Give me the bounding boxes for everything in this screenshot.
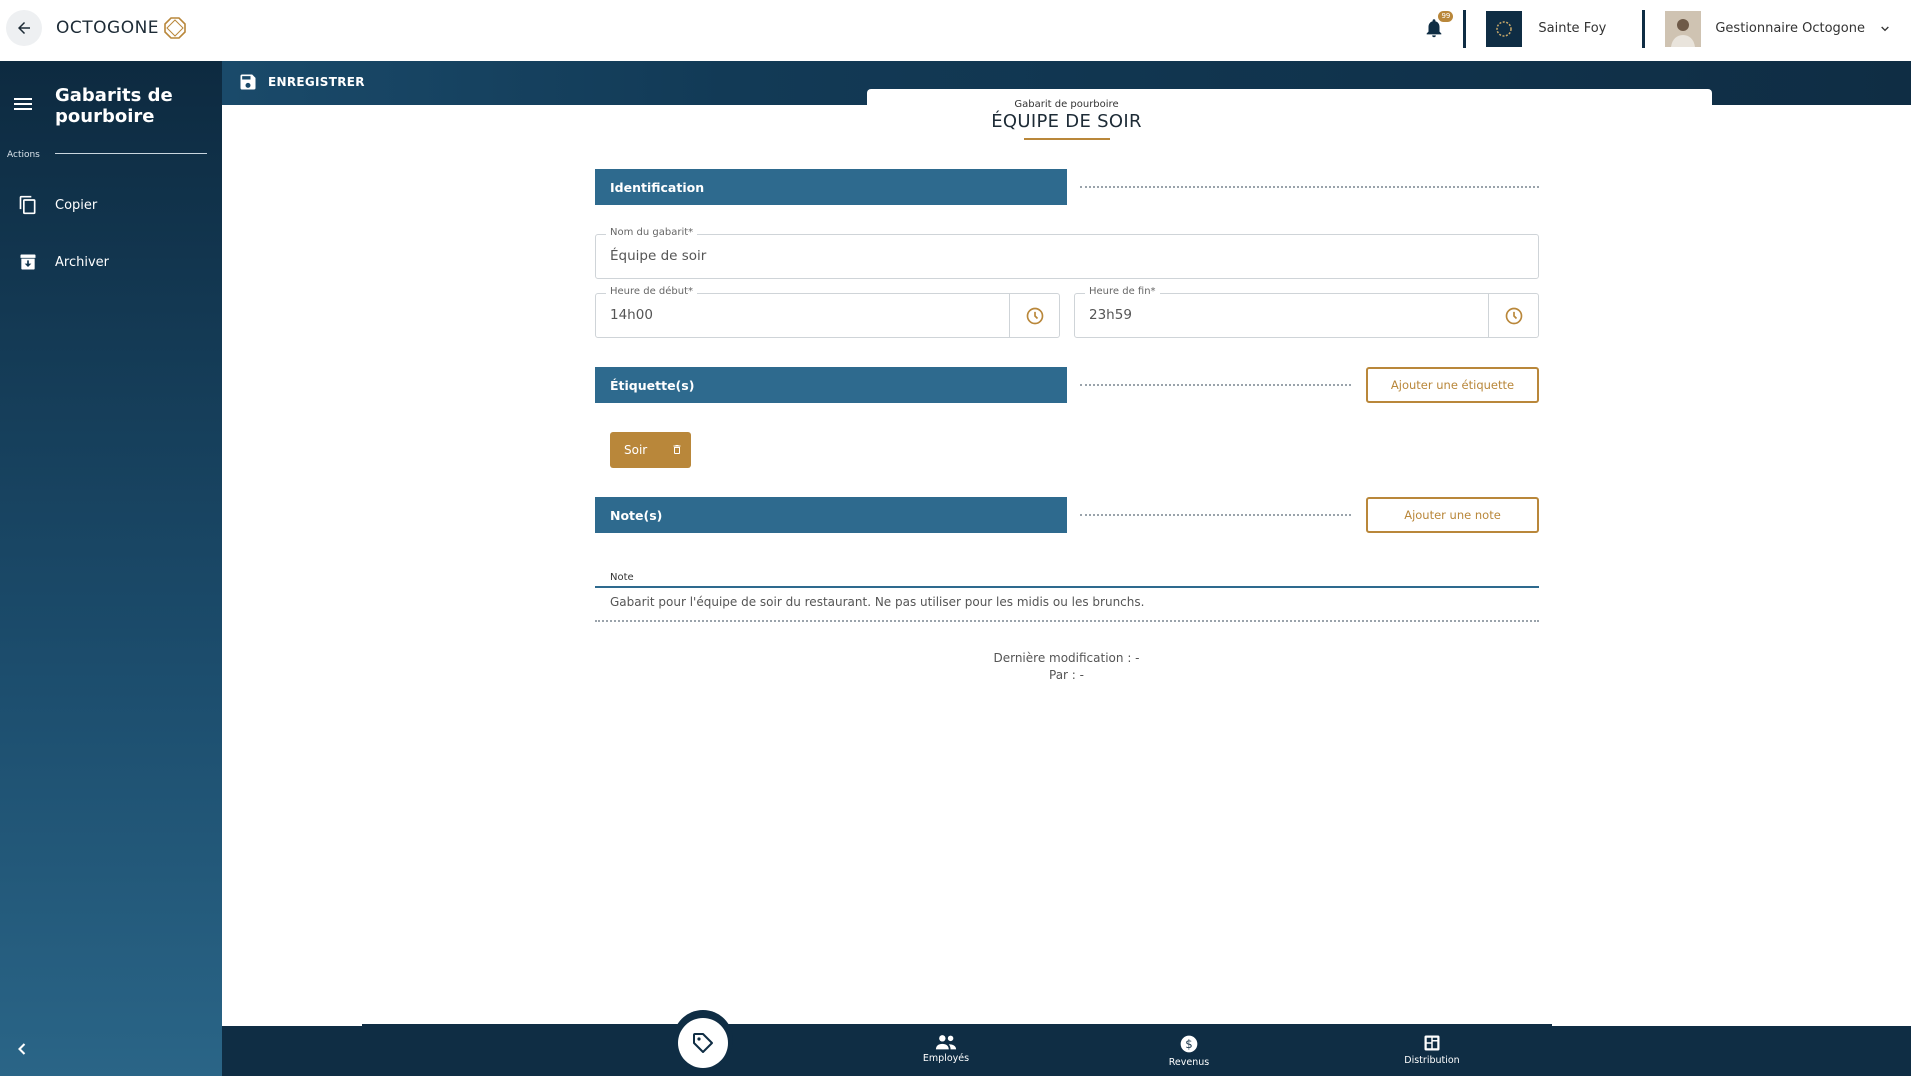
user-menu[interactable]: Gestionnaire Octogone	[1645, 10, 1911, 47]
dashboard-icon	[1424, 1035, 1440, 1051]
nav-employes[interactable]: Employés	[891, 1034, 1001, 1064]
octagon-logo-icon	[164, 17, 186, 39]
field-label: Nom du gabarit*	[606, 227, 698, 238]
tips-nav-button[interactable]	[678, 1018, 728, 1068]
save-button[interactable]: ENREGISTRER	[238, 72, 365, 92]
arrow-left-icon	[18, 22, 30, 34]
chevron-left-icon	[18, 1043, 26, 1055]
add-note-button[interactable]: Ajouter une note	[1366, 497, 1539, 533]
bottom-nav	[222, 1026, 1911, 1076]
sidebar: Gabarits de pourboire Actions Copier Arc…	[0, 61, 222, 1076]
sidebar-title: Gabarits de pourboire	[55, 85, 173, 127]
sidebar-item-archiver[interactable]: Archiver	[0, 242, 222, 282]
collapse-sidebar-button[interactable]	[12, 1039, 32, 1063]
add-tag-button[interactable]: Ajouter une étiquette	[1366, 367, 1539, 403]
main-content: Gabarit de pourboire ÉQUIPE DE SOIR Iden…	[222, 99, 1911, 1026]
notification-badge: 99	[1438, 10, 1454, 22]
note-column-header: Note	[595, 563, 1539, 588]
start-time-field[interactable]: Heure de début* 14h00	[595, 286, 1060, 338]
copy-icon	[19, 195, 35, 215]
dotted-separator	[1080, 186, 1539, 188]
tag-chip-label: Soir	[624, 443, 648, 457]
back-button[interactable]	[6, 10, 42, 46]
dotted-separator	[1080, 384, 1351, 386]
save-icon	[240, 74, 256, 90]
section-notes: Note(s)	[595, 497, 1067, 533]
archive-icon	[20, 254, 35, 270]
field-label: Heure de début*	[606, 286, 698, 297]
hamburger-menu-icon	[14, 98, 32, 110]
last-modified: Dernière modification : -	[993, 651, 1140, 665]
tag-chip: Soir	[610, 432, 691, 468]
save-label: ENREGISTRER	[268, 75, 365, 89]
start-time-value: 14h00	[610, 307, 653, 323]
nav-label: Distribution	[1404, 1055, 1460, 1066]
sidebar-item-copier[interactable]: Copier	[0, 185, 222, 225]
site-logo	[1486, 10, 1523, 47]
dollar-icon: $	[1180, 1035, 1198, 1053]
trash-icon	[673, 445, 681, 454]
clock-icon	[1026, 307, 1043, 324]
header-right: 99 Sainte Foy Gestionnaire Octogone	[1423, 0, 1911, 57]
section-identification: Identification	[595, 169, 1067, 205]
field-label: Heure de fin*	[1085, 286, 1160, 297]
top-bar: OCTOGONE 99 Sainte Foy Gestionnaire Octo…	[0, 0, 1911, 61]
note-text[interactable]: Gabarit pour l'équipe de soir du restaur…	[610, 595, 1144, 609]
dotted-separator	[1080, 514, 1351, 516]
page-title: ÉQUIPE DE SOIR	[991, 111, 1142, 132]
clock-icon	[1505, 307, 1522, 324]
site-name: Sainte Foy	[1538, 21, 1607, 36]
end-time-value: 23h59	[1089, 307, 1132, 323]
dotted-separator	[595, 620, 1539, 622]
svg-text:$: $	[1185, 1037, 1192, 1051]
actions-label: Actions	[7, 150, 40, 160]
site-emblem-icon	[1496, 20, 1513, 37]
octogone-logo: OCTOGONE	[56, 16, 187, 40]
start-time-picker-button[interactable]	[1009, 294, 1059, 337]
end-time-picker-button[interactable]	[1488, 294, 1538, 337]
template-name-value: Équipe de soir	[610, 248, 707, 264]
end-time-field[interactable]: Heure de fin* 23h59	[1074, 286, 1539, 338]
modified-by: Par : -	[1049, 668, 1084, 682]
form-pre-title: Gabarit de pourboire	[1014, 99, 1119, 110]
logo-text: OCTOGONE	[56, 18, 160, 38]
nav-revenus[interactable]: $ Revenus	[1134, 1034, 1244, 1068]
template-name-field[interactable]: Nom du gabarit* Équipe de soir	[595, 227, 1539, 279]
site-selector[interactable]: Sainte Foy	[1466, 10, 1642, 47]
avatar	[1665, 10, 1702, 47]
title-underline	[1024, 138, 1110, 140]
nav-distribution[interactable]: Distribution	[1377, 1034, 1487, 1066]
user-name: Gestionnaire Octogone	[1715, 21, 1865, 36]
delete-tag-button[interactable]	[671, 443, 683, 459]
chevron-down-icon	[1881, 26, 1889, 31]
tag-icon	[693, 1033, 713, 1053]
user-photo-icon	[1665, 10, 1702, 47]
notifications-button[interactable]: 99	[1423, 10, 1454, 41]
sidebar-item-label: Copier	[55, 197, 98, 213]
sidebar-item-label: Archiver	[55, 254, 109, 270]
section-tags: Étiquette(s)	[595, 367, 1067, 403]
actions-divider	[55, 153, 207, 154]
menu-button[interactable]	[14, 96, 32, 116]
people-icon	[935, 1035, 957, 1050]
nav-label: Revenus	[1168, 1057, 1210, 1068]
nav-label: Employés	[922, 1053, 970, 1064]
